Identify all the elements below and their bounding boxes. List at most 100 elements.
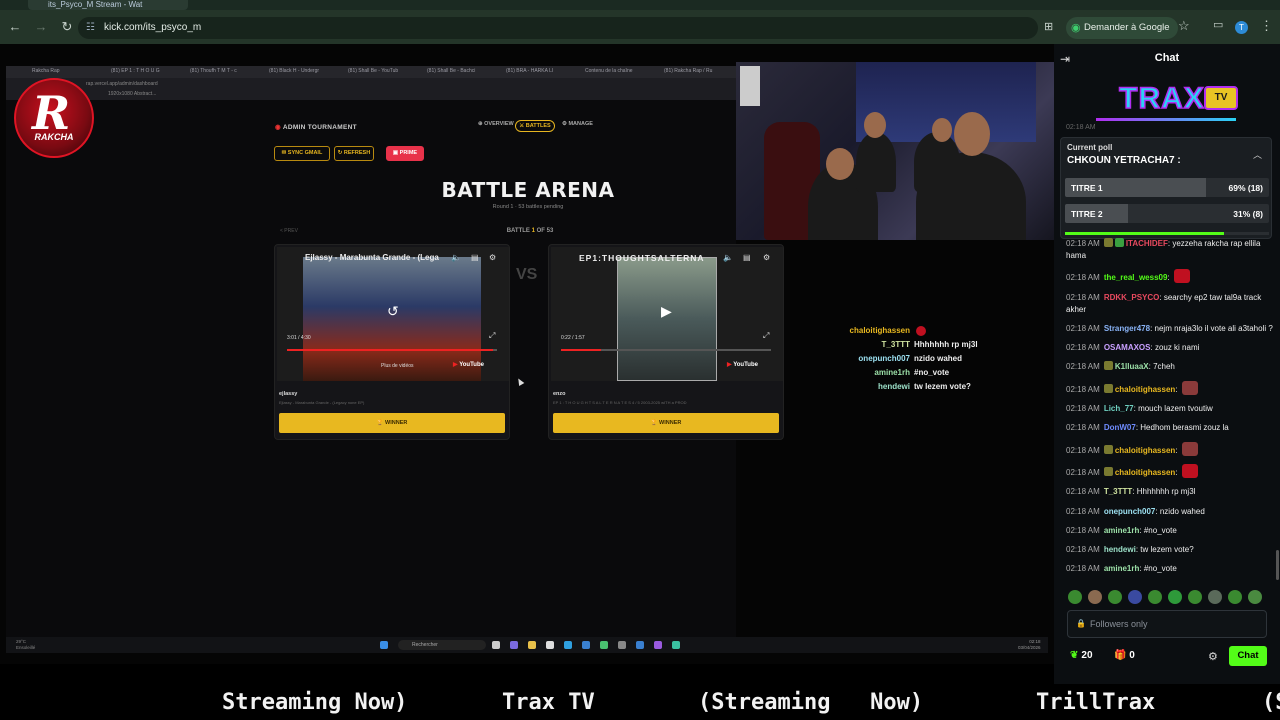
chat-username[interactable]: amine1rh — [1104, 564, 1140, 573]
emote-icon[interactable] — [1128, 590, 1142, 604]
settings-icon-right[interactable]: ⚙ — [763, 253, 770, 262]
chat-message[interactable]: 02:18 AM Stranger478: nejm nraja3lo il vo… — [1066, 323, 1276, 335]
fullscreen-icon-right[interactable]: ⤢ — [763, 331, 769, 341]
record-dot-icon: ◉ — [275, 124, 283, 131]
poll-option-1[interactable]: TITRE 1 69% (18) — [1065, 178, 1269, 197]
ticker-item: (S — [1262, 690, 1280, 715]
chat-message[interactable]: 02:18 AM RDKK_PSYCO: searchy ep2 taw tal9… — [1066, 292, 1276, 316]
fullscreen-icon[interactable]: ⤢ — [489, 331, 495, 341]
chat-message[interactable]: 02:18 AM DonW07: Hedhom berasmi zouz la — [1066, 422, 1276, 434]
chat-username[interactable]: chaloitighassen — [1115, 385, 1175, 394]
chat-username[interactable]: amine1rh — [1104, 526, 1140, 535]
prime-button[interactable]: ▣ PRIME — [386, 146, 424, 161]
nav-manage[interactable]: ⚙ MANAGE — [562, 121, 593, 127]
chat-username[interactable]: onepunch007 — [1104, 507, 1156, 516]
nav-battles[interactable]: ⚔ BATTLES — [515, 120, 555, 132]
emote-icon[interactable] — [1068, 590, 1082, 604]
settings-icon[interactable]: ⚙ — [489, 253, 496, 262]
mute-icon-right[interactable]: 🔈 — [723, 253, 733, 262]
chat-username[interactable]: Lich_77 — [1104, 404, 1134, 413]
chevron-up-icon[interactable]: ︿ — [1253, 148, 1262, 161]
mute-icon[interactable]: 🔈 — [451, 253, 461, 262]
forward-arrow-icon[interactable]: → — [30, 16, 52, 38]
ask-google-button[interactable]: ◉ Demander à Google — [1066, 17, 1178, 39]
back-arrow-icon[interactable]: ← — [4, 16, 26, 38]
card-artist-left: ejlassy — [279, 391, 298, 397]
taskbar-search: Rechercher — [398, 640, 486, 650]
browser-menu-icon[interactable]: ⋮ — [1260, 18, 1273, 34]
chat-message[interactable]: 02:18 AM K1lluaaX: 7cheh — [1066, 361, 1276, 373]
nav-battles-label: BATTLES — [525, 123, 551, 129]
poll-option-2[interactable]: TITRE 2 31% (8) — [1065, 204, 1269, 223]
browser-tab-active[interactable]: its_Psyco_M Stream - Wat — [28, 0, 188, 10]
chat-username[interactable]: chaloitighassen — [1115, 468, 1175, 477]
watch-later-icon-right[interactable]: ▤ — [743, 253, 751, 262]
chat-username[interactable]: RDKK_PSYCO — [1104, 293, 1160, 302]
emote-icon[interactable] — [1228, 590, 1242, 604]
prev-battle-link[interactable]: < PREV — [280, 228, 298, 234]
replay-icon[interactable]: ↺ — [387, 303, 399, 320]
chat-message[interactable]: 02:18 AM chaloitighassen: — [1066, 380, 1276, 396]
chat-username[interactable]: T_3TTT — [1104, 487, 1132, 496]
chat-send-button[interactable]: Chat — [1229, 646, 1267, 666]
emote-icon[interactable] — [1108, 590, 1122, 604]
more-videos-label[interactable]: Plus de vidéos — [381, 363, 414, 369]
emote-icon[interactable] — [1208, 590, 1222, 604]
extensions-icon[interactable]: ▭ — [1213, 18, 1223, 31]
site-info-icon[interactable]: ☷ — [86, 17, 95, 39]
chat-username[interactable]: K1lluaaX — [1115, 362, 1149, 371]
chat-message[interactable]: 02:18 AM ITACHIDEF: yezzeha rakcha rap el… — [1066, 238, 1276, 262]
emote-icon[interactable] — [1168, 590, 1182, 604]
chat-settings-icon[interactable]: ⚙ — [1208, 650, 1218, 663]
video-progress-left[interactable] — [287, 349, 497, 351]
chat-message[interactable]: 02:18 AM hendewi: tw lezem vote? — [1066, 544, 1276, 556]
overlay-chat-user: onepunch007 — [858, 354, 910, 363]
chat-message[interactable]: 02:18 AM amine1rh: #no_vote — [1066, 525, 1276, 537]
gift-subs[interactable]: 🎁 0 — [1114, 650, 1135, 661]
watch-later-icon[interactable]: ▤ — [471, 253, 479, 262]
channel-points[interactable]: ❦ 20 — [1070, 650, 1093, 661]
chat-message[interactable]: 02:18 AM OSAMAXOS: zouz ki nami — [1066, 342, 1276, 354]
chat-username[interactable]: Stranger478 — [1104, 324, 1150, 333]
profile-avatar[interactable]: T — [1235, 21, 1248, 34]
youtube-embed-right[interactable]: EP1:THOUGHTSALTERNA 🔈 ▤ ⚙ ▶ 0:22 / 1:57 … — [551, 247, 783, 381]
emote-icon[interactable] — [1248, 590, 1262, 604]
nav-overview[interactable]: ⊕ OVERVIEW — [478, 121, 514, 127]
app-icon-3 — [636, 641, 644, 649]
shared-screen-tab: (81) Black H - Undergr — [269, 68, 320, 74]
video-progress-right[interactable] — [561, 349, 771, 351]
sync-gmail-button[interactable]: ✉ SYNC GMAIL — [274, 146, 330, 161]
chat-message[interactable]: 02:18 AM amine1rh: #no_vote — [1066, 563, 1276, 575]
youtube-embed-left[interactable]: Ejlassy - Marabunta Grande - (Lega 🔈 ▤ ⚙… — [277, 247, 509, 381]
chat-message[interactable]: 02:18 AM Lich_77: mouch lazem tvoutiw — [1066, 403, 1276, 415]
chat-username[interactable]: DonW07 — [1104, 423, 1136, 432]
emote-icon[interactable] — [1148, 590, 1162, 604]
reload-icon[interactable]: ↻ — [56, 16, 78, 38]
refresh-button[interactable]: ↻ REFRESH — [334, 146, 374, 161]
chat-message[interactable]: 02:18 AM onepunch007: nzido wahed — [1066, 506, 1276, 518]
chat-message[interactable]: 02:18 AM T_3TTT: Hhhhhhh rp mj3l — [1066, 486, 1276, 498]
address-bar[interactable]: ☷ kick.com/its_psyco_m — [78, 17, 1038, 39]
play-icon[interactable]: ▶ — [661, 303, 672, 320]
ticker-item: Streaming Now) — [222, 690, 408, 715]
stream-video[interactable]: Rakcha Rap (81) EP 1 : T H O U G (81) Thou… — [0, 44, 1054, 664]
chat-username[interactable]: the_real_wess09 — [1104, 273, 1168, 282]
chat-username[interactable]: OSAMAXOS — [1104, 343, 1151, 352]
chat-message[interactable]: 02:18 AM chaloitighassen: — [1066, 463, 1276, 479]
winner-button-right[interactable]: 🏆 WINNER — [553, 413, 779, 433]
chat-message[interactable]: 02:18 AM the_real_wess09: — [1066, 269, 1276, 284]
emote-icon[interactable] — [1088, 590, 1102, 604]
bookmark-star-icon[interactable]: ☆ — [1178, 18, 1190, 34]
chat-username[interactable]: ITACHIDEF — [1126, 239, 1168, 248]
chat-username[interactable]: chaloitighassen — [1115, 446, 1175, 455]
winner-button-left[interactable]: 🏆 WINNER — [279, 413, 505, 433]
app-icon-2 — [618, 641, 626, 649]
chat-scrollbar[interactable] — [1276, 550, 1279, 580]
chat-message[interactable]: 02:18 AM chaloitighassen: — [1066, 441, 1276, 457]
translate-icon[interactable]: ⊞ — [1044, 20, 1058, 34]
emote-icon[interactable] — [1188, 590, 1202, 604]
youtube-logo-right[interactable]: ▶ YouTube — [727, 361, 758, 368]
youtube-logo-left[interactable]: ▶ YouTube — [453, 361, 484, 368]
chat-username[interactable]: hendewi — [1104, 545, 1136, 554]
chat-input[interactable]: 🔒 Followers only — [1067, 610, 1267, 638]
